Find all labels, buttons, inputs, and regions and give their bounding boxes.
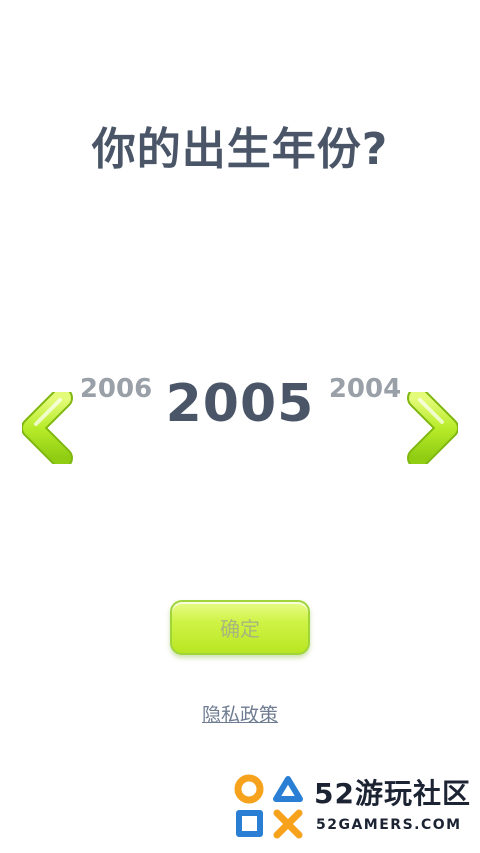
previous-year-label[interactable]: 2006 (78, 374, 154, 404)
gamepad-symbols-icon (234, 774, 303, 839)
watermark: 52游玩社区 52GAMERS.COM (232, 772, 480, 842)
next-year-button[interactable] (402, 387, 459, 469)
confirm-button[interactable]: 确定 (170, 600, 310, 655)
confirm-button-label: 确定 (220, 617, 260, 641)
watermark-brand: 52游玩社区 (314, 777, 471, 810)
selected-year-label: 2005 (165, 374, 315, 434)
chevron-left-icon (21, 387, 73, 469)
privacy-policy-link[interactable]: 隐私政策 (0, 700, 480, 727)
chevron-right-icon (407, 387, 459, 469)
next-year-label[interactable]: 2004 (327, 374, 403, 404)
watermark-site: 52GAMERS.COM (316, 817, 462, 833)
page-title: 你的出生年份? (91, 124, 389, 175)
previous-year-button[interactable] (21, 387, 78, 469)
